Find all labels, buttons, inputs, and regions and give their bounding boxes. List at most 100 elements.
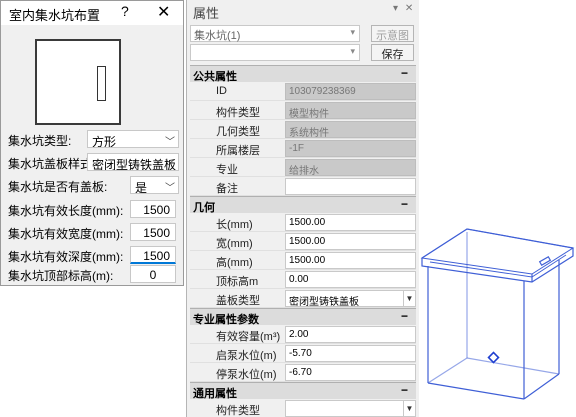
width-input[interactable]: 1500 [130,223,176,241]
cover-style-select[interactable]: 密闭型铸铁盖板 ﹀ [87,153,179,171]
property-value[interactable]: -5.70 [285,345,416,362]
chevron-down-icon: ﹀ [165,160,175,171]
insertion-point-icon[interactable] [487,351,500,364]
depth-input[interactable]: 1500 [130,246,176,264]
dropdown-arrow-icon[interactable]: ▼ [403,401,415,416]
length-input[interactable]: 1500 [130,200,176,218]
property-label: 盖板类型 [216,295,260,307]
pit-type-value: 方形 [92,135,117,148]
depth-label: 集水坑有效深度(mm): [8,250,124,264]
property-label: 高(mm) [216,257,253,269]
property-value[interactable]: 1500.00 [285,252,416,269]
property-value-text: 系统构件 [289,128,329,138]
pit-3d-view [420,228,575,400]
property-row: 高(mm) 1500.00 [190,251,416,270]
pin-dropdown-icon[interactable]: ▾ [393,3,398,14]
property-label: 备注 [216,183,238,195]
section-header[interactable]: 专业属性参数 − [190,308,416,326]
hidden-bottom-edge-left [427,357,468,384]
property-label: 构件类型 [216,405,260,417]
right-bottom-edge [523,373,560,400]
has-cover-label: 集水坑是否有盖板: [8,180,108,194]
panel-title: 属性 [193,6,220,21]
property-value[interactable]: 0.00 [285,271,416,288]
properties-panel: 属性 ▾ ✕ 集水坑(1) ▾ 示意图 ▾ 保存 公共属性 − ID 10307923… [186,0,419,417]
property-value-text: 1500.00 [289,255,326,266]
chevron-down-icon: ▾ [350,27,355,37]
property-row: 所属楼层 -1F [190,139,416,158]
property-value-text: 给排水 [289,166,319,176]
property-row: 构件类型 模型构件 [190,101,416,120]
object-select[interactable]: 集水坑(1) ▾ [190,25,360,42]
hidden-bottom-edge-right [466,357,560,375]
property-value: 103079238369 [285,83,416,100]
property-value: 给排水 [285,159,416,176]
dialog-title: 室内集水坑布置 [9,8,101,23]
collapse-icon[interactable]: − [401,309,408,323]
template-select[interactable]: ▾ [190,44,360,61]
panel-title-buttons: ▾ ✕ [393,3,413,14]
property-value-text: 1500.00 [289,217,326,228]
width-label: 集水坑有效宽度(mm): [8,227,124,241]
chevron-down-icon: ﹀ [165,183,175,194]
property-row: 长(mm) 1500.00 [190,213,416,232]
property-label: 所属楼层 [216,145,260,157]
section-header[interactable]: 通用属性 − [190,382,416,400]
property-value[interactable]: -6.70 [285,364,416,381]
property-label: 启泵水位(m) [216,350,277,362]
sample-view-button[interactable]: 示意图 [371,25,414,42]
collapse-icon[interactable]: − [401,197,408,211]
property-value: -1F [285,140,416,157]
pit-wireframe [420,228,575,400]
cover-style-value: 密闭型铸铁盖板 [92,158,177,171]
property-value-text: -5.70 [289,348,312,359]
help-icon[interactable]: ? [121,3,129,19]
cover-style-label: 集水坑盖板样式: [8,157,96,171]
pit-layout-dialog: 室内集水坑布置 ? ✕ 集水坑类型: 方形 ﹀ 集水坑盖板样式: 密闭型铸铁盖板… [0,0,184,286]
pit-type-select[interactable]: 方形 ﹀ [87,130,179,148]
property-value: 系统构件 [285,121,416,138]
pit-type-label: 集水坑类型: [8,134,72,148]
has-cover-value: 是 [135,181,148,194]
property-value-select[interactable]: ▼ [285,400,416,417]
property-value[interactable]: 1500.00 [285,214,416,231]
property-value[interactable]: 2.00 [285,326,416,343]
property-row: 顶标高m 0.00 [190,270,416,289]
panel-close-icon[interactable]: ✕ [405,3,413,14]
pit-preview-image [35,39,121,125]
section-header[interactable]: 几何 − [190,196,416,214]
property-grid: 公共属性 − ID 103079238369 构件类型 模型构件 几何类型 系统构件 所属楼层 -… [190,65,416,417]
front-bottom-edge [427,382,525,400]
property-row: ID 103079238369 [190,82,416,101]
has-cover-select[interactable]: 是 ﹀ [130,176,179,194]
preview-cover-slot [97,66,106,101]
property-value-text: 0.00 [289,274,309,285]
length-label: 集水坑有效长度(mm): [8,204,124,218]
close-icon[interactable]: ✕ [157,2,170,22]
property-value: 模型构件 [285,102,416,119]
property-label: ID [216,85,227,97]
chevron-down-icon: ▾ [350,46,355,56]
dropdown-arrow-icon[interactable]: ▼ [403,291,415,306]
property-value[interactable] [285,178,416,195]
property-row: 备注 [190,177,416,196]
property-label: 有效容量(m³) [216,331,281,343]
collapse-icon[interactable]: − [401,66,408,80]
property-value-text: 密闭型铸铁盖板 [289,297,359,307]
top-elevation-input[interactable]: 0 [130,265,176,283]
property-row: 专业 给排水 [190,158,416,177]
section-header[interactable]: 公共属性 − [190,65,416,83]
property-value-text: 1500.00 [289,236,326,247]
collapse-icon[interactable]: − [401,383,408,397]
property-value-select[interactable]: 密闭型铸铁盖板 ▼ [285,290,416,307]
property-value[interactable]: 1500.00 [285,233,416,250]
object-select-value: 集水坑(1) [194,30,241,42]
property-label: 专业 [216,164,238,176]
dialog-titlebar: 室内集水坑布置 ? ✕ [1,1,183,25]
cover-slab-top [420,228,575,275]
property-value-text: 2.00 [289,329,309,340]
property-row: 盖板类型 密闭型铸铁盖板 ▼ [190,289,416,308]
save-button[interactable]: 保存 [371,44,414,61]
property-label: 停泵水位(m) [216,369,277,381]
property-row: 宽(mm) 1500.00 [190,232,416,251]
